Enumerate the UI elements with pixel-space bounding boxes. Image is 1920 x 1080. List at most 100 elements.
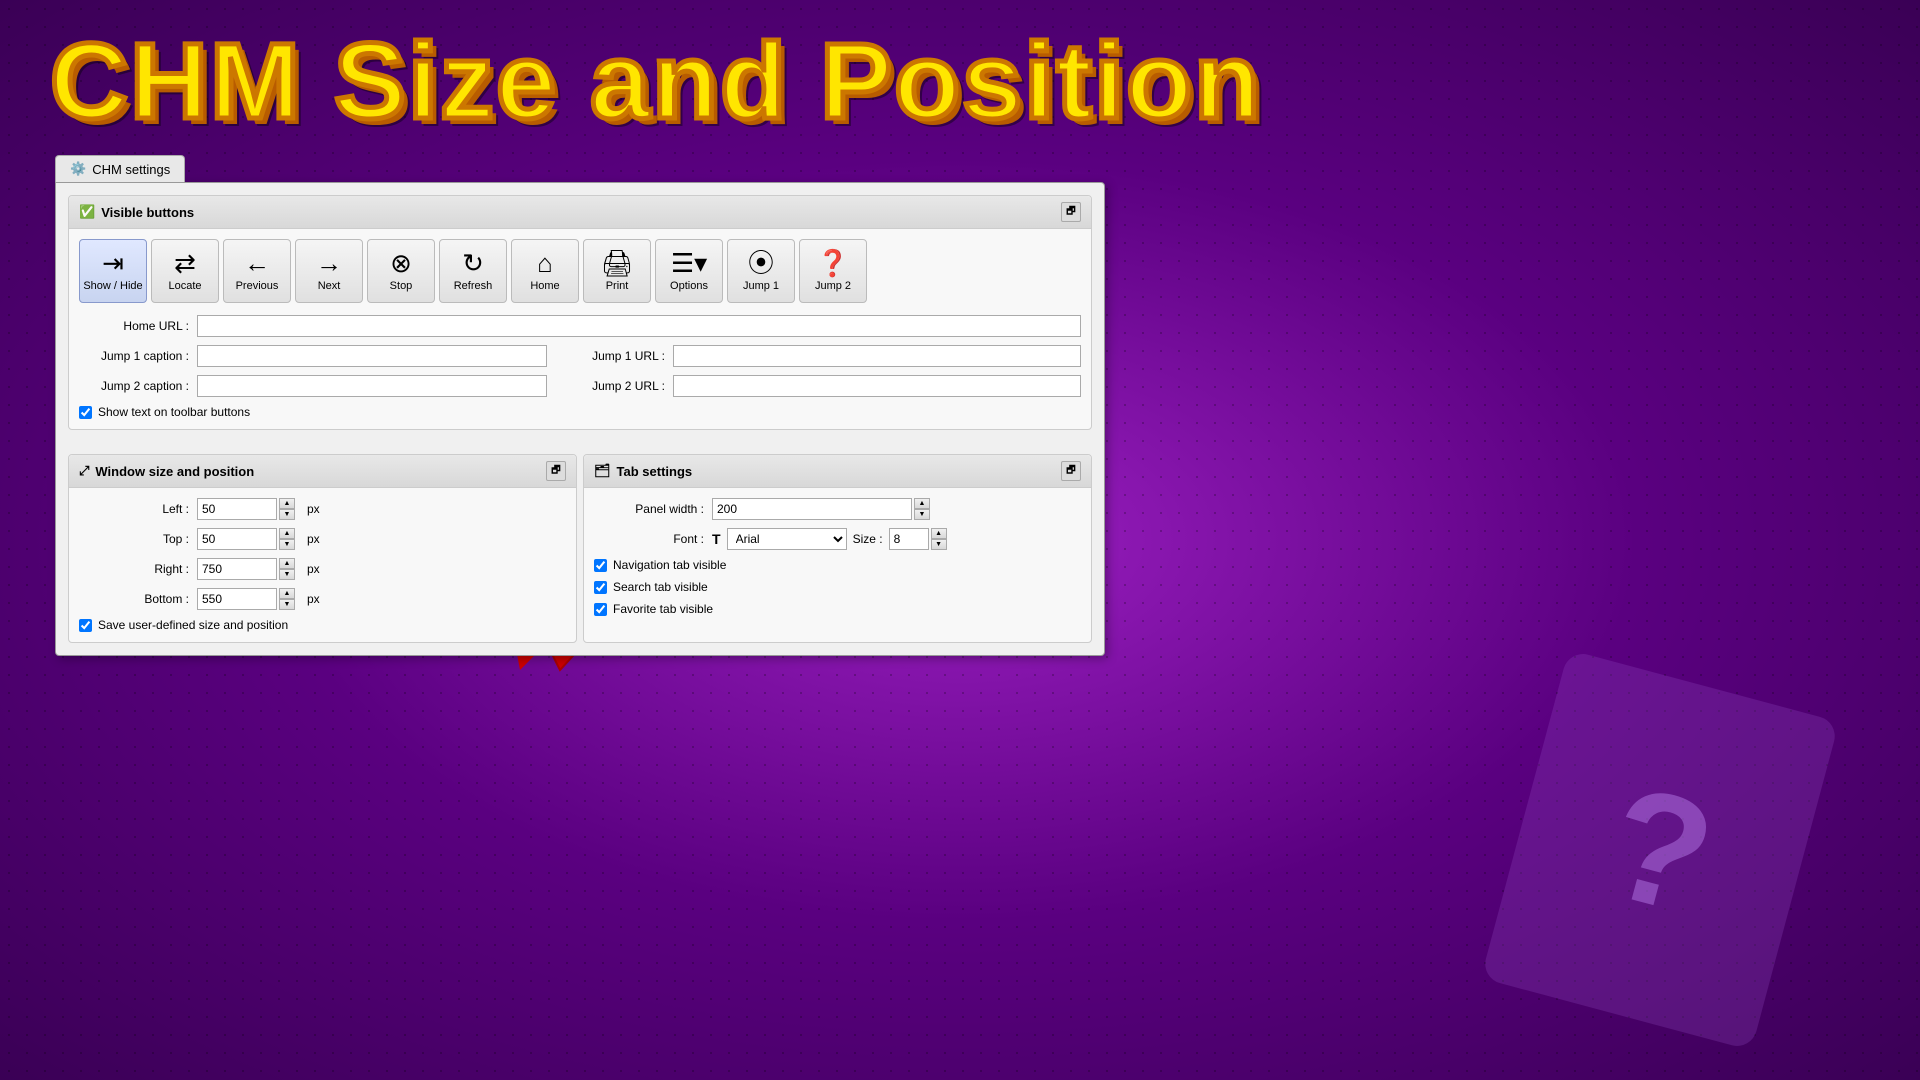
bottom-sections: ⤢ Window size and position 🗗 Left : ▲ ▼ <box>56 442 1104 655</box>
left-spinbox-btns: ▲ ▼ <box>279 498 295 520</box>
left-px: px <box>307 502 320 516</box>
tab-chm-settings[interactable]: ⚙️ CHM settings <box>55 155 185 182</box>
tab-settings-collapse[interactable]: 🗗 <box>1061 461 1081 481</box>
bottom-label: Bottom : <box>79 592 189 606</box>
tab-settings-icon: 🗂 <box>594 463 611 479</box>
page-title: CHM Size and Position <box>50 18 1262 143</box>
top-row: Top : ▲ ▼ px <box>79 528 566 550</box>
jump1-url-input[interactable] <box>673 345 1081 367</box>
btn-show-hide[interactable]: ⇥ Show / Hide <box>79 239 147 303</box>
font-row: Font : T Arial Times New Roman Courier N… <box>594 528 1081 550</box>
top-px: px <box>307 532 320 546</box>
font-size-spinbox: ▲ ▼ <box>889 528 947 550</box>
right-label: Right : <box>79 562 189 576</box>
home-url-input[interactable] <box>197 315 1081 337</box>
options-icon: ☰▾ <box>671 250 707 276</box>
left-row: Left : ▲ ▼ px <box>79 498 566 520</box>
refresh-icon: ↻ <box>462 250 484 276</box>
window-size-header: ⤢ Window size and position 🗗 <box>69 455 576 488</box>
save-position-checkbox[interactable] <box>79 619 92 632</box>
font-size-input[interactable] <box>889 528 929 550</box>
top-spinbox: ▲ ▼ <box>197 528 295 550</box>
window-size-collapse[interactable]: 🗗 <box>546 461 566 481</box>
print-icon: 🖨 <box>600 250 633 276</box>
panel-width-down-btn[interactable]: ▼ <box>914 509 930 520</box>
right-input[interactable] <box>197 558 277 580</box>
panel-width-input[interactable] <box>712 498 912 520</box>
show-hide-icon: ⇥ <box>102 250 124 276</box>
show-text-row: Show text on toolbar buttons <box>79 405 1081 419</box>
nav-tab-checkbox[interactable] <box>594 559 607 572</box>
tab-settings-title: Tab settings <box>617 464 693 479</box>
tab-settings-section: 🗂 Tab settings 🗗 Panel width : ▲ ▼ <box>583 454 1092 643</box>
btn-stop[interactable]: ⊗ Stop <box>367 239 435 303</box>
btn-previous[interactable]: ← Previous <box>223 239 291 303</box>
jump2-caption-label: Jump 2 caption : <box>79 379 189 393</box>
bottom-down-btn[interactable]: ▼ <box>279 599 295 610</box>
left-up-btn[interactable]: ▲ <box>279 498 295 509</box>
font-size-up-btn[interactable]: ▲ <box>931 528 947 539</box>
left-input[interactable] <box>197 498 277 520</box>
visible-buttons-content: ⇥ Show / Hide ⇄ Locate ← Previous → Next <box>69 229 1091 429</box>
top-label: Top : <box>79 532 189 546</box>
font-size-down-btn[interactable]: ▼ <box>931 539 947 550</box>
home-url-row: Home URL : <box>79 315 1081 337</box>
btn-next[interactable]: → Next <box>295 239 363 303</box>
tab-settings-header: 🗂 Tab settings 🗗 <box>584 455 1091 488</box>
right-spinbox-btns: ▲ ▼ <box>279 558 295 580</box>
next-icon: → <box>316 250 342 276</box>
right-px: px <box>307 562 320 576</box>
btn-stop-label: Stop <box>390 280 413 292</box>
search-tab-label: Search tab visible <box>613 580 708 594</box>
btn-locate[interactable]: ⇄ Locate <box>151 239 219 303</box>
font-label: Font : <box>594 532 704 546</box>
left-spinbox: ▲ ▼ <box>197 498 295 520</box>
btn-jump1[interactable]: ⦿ Jump 1 <box>727 239 795 303</box>
top-up-btn[interactable]: ▲ <box>279 528 295 539</box>
toolbar-buttons: ⇥ Show / Hide ⇄ Locate ← Previous → Next <box>79 239 1081 303</box>
panel-width-label: Panel width : <box>594 502 704 516</box>
right-down-btn[interactable]: ▼ <box>279 569 295 580</box>
visible-buttons-collapse[interactable]: 🗗 <box>1061 202 1081 222</box>
font-T-icon: T <box>712 531 721 547</box>
jump2-caption-input[interactable] <box>197 375 547 397</box>
home-url-label: Home URL : <box>79 319 189 333</box>
btn-refresh[interactable]: ↻ Refresh <box>439 239 507 303</box>
left-down-btn[interactable]: ▼ <box>279 509 295 520</box>
decorative-question-card: ? <box>1481 650 1839 1051</box>
jump1-caption-input[interactable] <box>197 345 547 367</box>
stop-icon: ⊗ <box>390 250 412 276</box>
jump2-url-input[interactable] <box>673 375 1081 397</box>
resize-icon: ⤢ <box>79 463 89 479</box>
btn-home[interactable]: ⌂ Home <box>511 239 579 303</box>
bottom-spinbox: ▲ ▼ <box>197 588 295 610</box>
font-select-group: T Arial Times New Roman Courier New Size… <box>712 528 947 550</box>
btn-home-label: Home <box>530 280 559 292</box>
panel-width-up-btn[interactable]: ▲ <box>914 498 930 509</box>
previous-icon: ← <box>244 250 270 276</box>
font-size-btns: ▲ ▼ <box>931 528 947 550</box>
bottom-row: Bottom : ▲ ▼ px <box>79 588 566 610</box>
window-size-content: Left : ▲ ▼ px Top : <box>69 488 576 642</box>
fav-tab-checkbox[interactable] <box>594 603 607 616</box>
bottom-spinbox-btns: ▲ ▼ <box>279 588 295 610</box>
right-up-btn[interactable]: ▲ <box>279 558 295 569</box>
btn-jump2[interactable]: ❓ Jump 2 <box>799 239 867 303</box>
bottom-up-btn[interactable]: ▲ <box>279 588 295 599</box>
search-tab-checkbox[interactable] <box>594 581 607 594</box>
show-text-checkbox[interactable] <box>79 406 92 419</box>
btn-previous-label: Previous <box>236 280 279 292</box>
top-down-btn[interactable]: ▼ <box>279 539 295 550</box>
btn-show-hide-label: Show / Hide <box>83 280 142 292</box>
btn-print-label: Print <box>606 280 629 292</box>
visible-buttons-section: ✅ Visible buttons 🗗 ⇥ Show / Hide ⇄ Loca… <box>68 195 1092 430</box>
visible-buttons-title: Visible buttons <box>101 205 194 220</box>
font-dropdown[interactable]: Arial Times New Roman Courier New <box>727 528 847 550</box>
bottom-input[interactable] <box>197 588 277 610</box>
btn-locate-label: Locate <box>168 280 201 292</box>
btn-print[interactable]: 🖨 Print <box>583 239 651 303</box>
top-input[interactable] <box>197 528 277 550</box>
show-text-label: Show text on toolbar buttons <box>98 405 250 419</box>
btn-options[interactable]: ☰▾ Options <box>655 239 723 303</box>
jump2-url-label: Jump 2 URL : <box>555 379 665 393</box>
